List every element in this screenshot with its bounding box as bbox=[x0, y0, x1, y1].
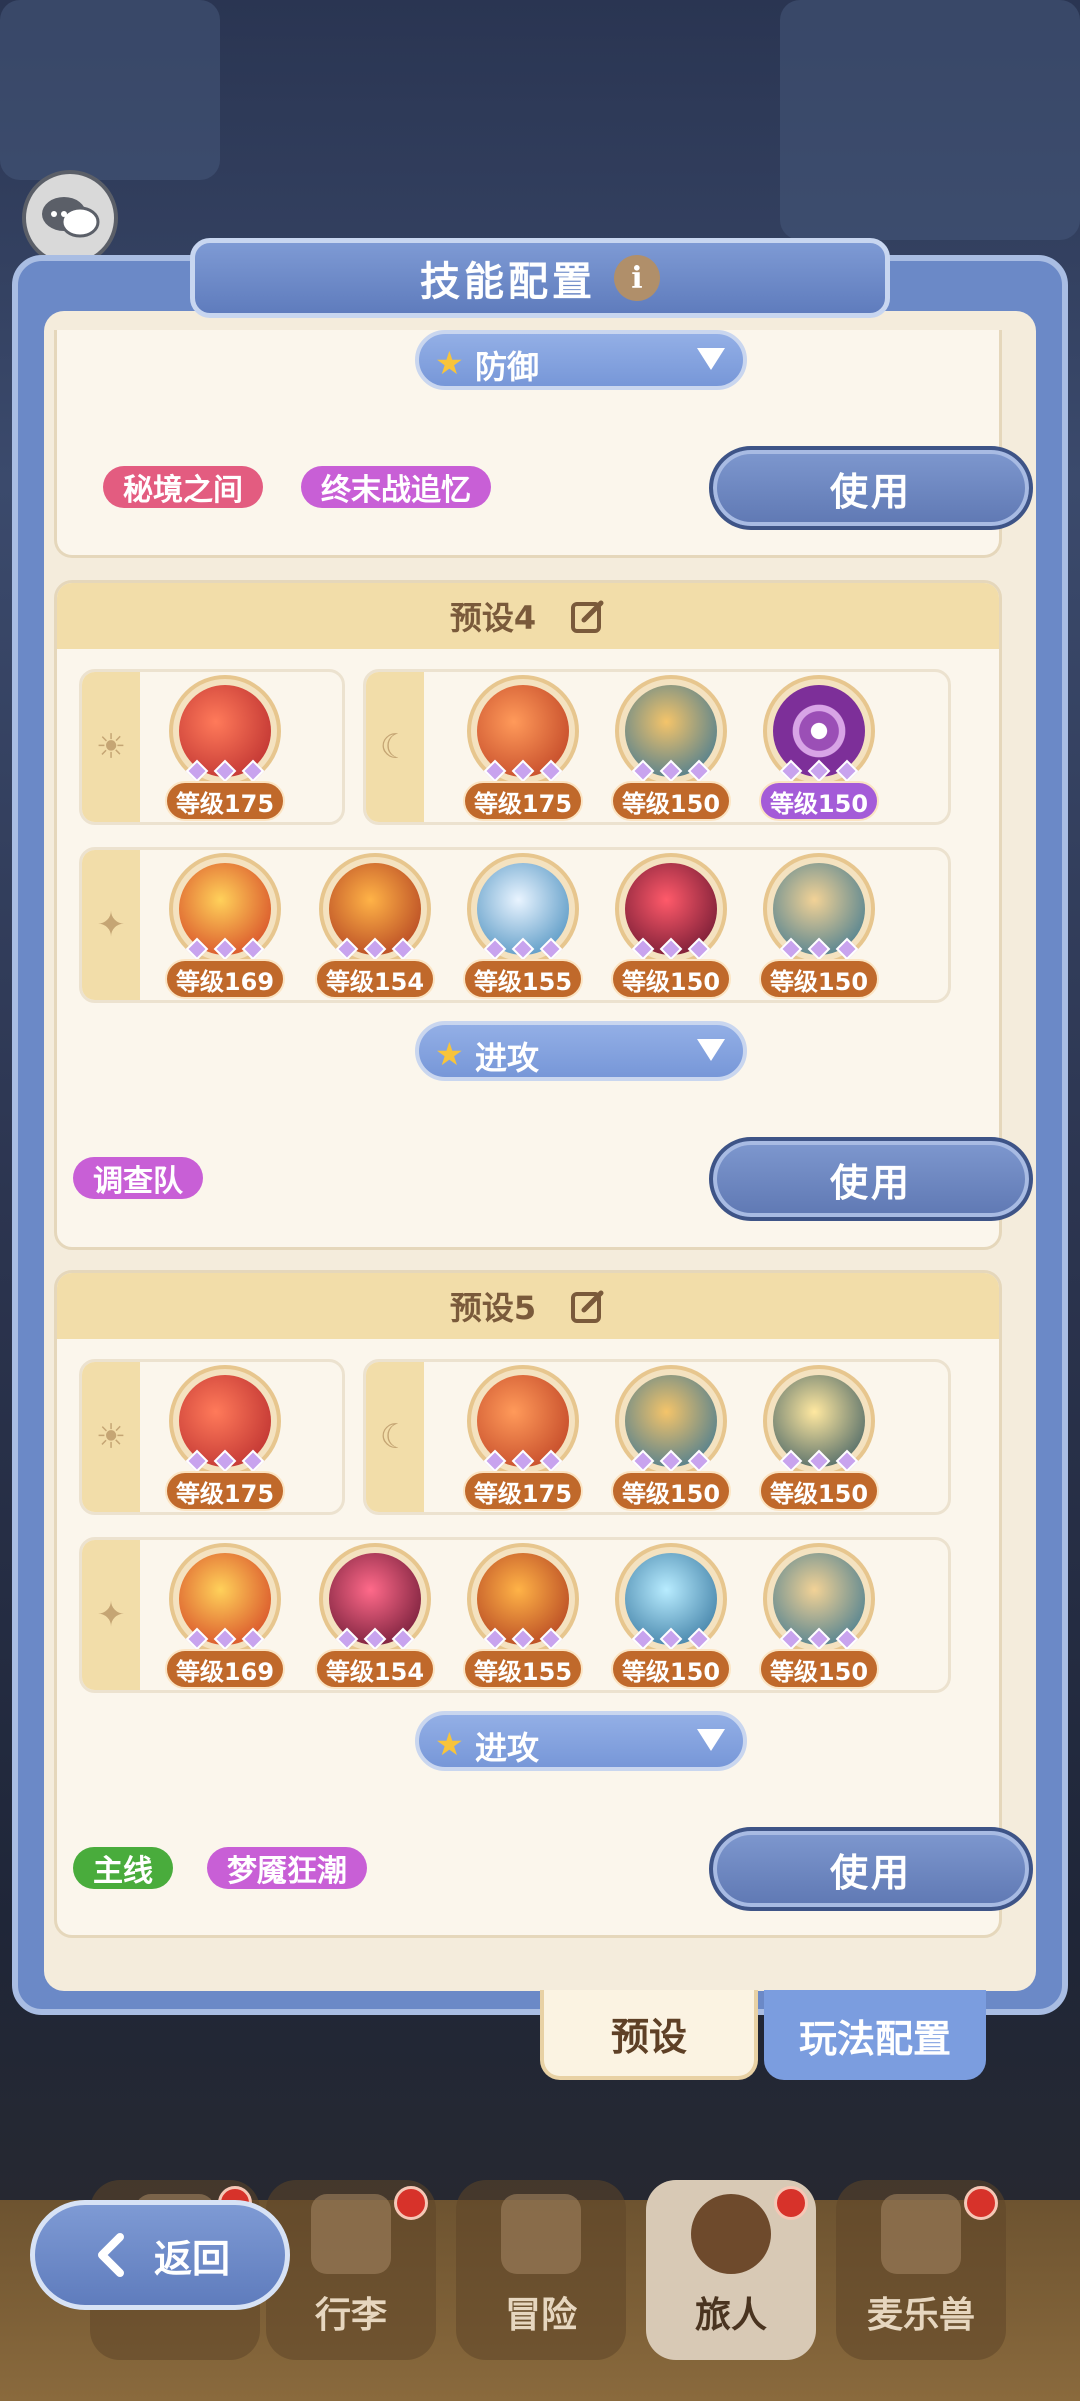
nav-label: 麦乐兽 bbox=[866, 2295, 975, 2336]
skill-level: 等级154 bbox=[315, 1649, 435, 1689]
sparkle-icon: ✦ bbox=[82, 1540, 140, 1690]
nav-label: 行李 bbox=[314, 2295, 387, 2336]
skill-slot[interactable]: 等级150 bbox=[759, 853, 879, 1003]
skill-level: 等级154 bbox=[315, 959, 435, 999]
skill-level: 等级175 bbox=[165, 781, 285, 821]
nav-item-pet[interactable]: 麦乐兽 bbox=[836, 2180, 1006, 2360]
star-icon: ★ bbox=[435, 344, 464, 382]
chevron-down-icon bbox=[697, 348, 725, 370]
edit-icon[interactable] bbox=[570, 598, 606, 634]
skill-slot[interactable]: 等级175 bbox=[165, 1365, 285, 1515]
moon-icon: ☾ bbox=[366, 672, 424, 822]
skill-level: 等级150 bbox=[759, 781, 879, 821]
skill-slot[interactable]: 等级150 bbox=[611, 1365, 731, 1515]
nav-item-traveler[interactable]: 旅人 bbox=[646, 2180, 816, 2360]
mode-tag: 终末战追忆 bbox=[301, 466, 491, 508]
preset-card-4: 预设4 ☀ ☾ ✦ 等级175 等级175 等级150 等级150 等级169 … bbox=[54, 580, 1033, 1250]
skill-level: 等级150 bbox=[759, 1649, 879, 1689]
skill-level: 等级169 bbox=[165, 1649, 285, 1689]
chevron-down-icon bbox=[697, 1039, 725, 1061]
preset-card-5: 预设5 ☀ ☾ ✦ 等级175 等级175 等级150 等级150 等级169 bbox=[54, 1270, 1033, 1938]
preset-header: 预设5 bbox=[57, 1273, 999, 1339]
skill-level: 等级150 bbox=[611, 781, 731, 821]
info-icon[interactable]: i bbox=[614, 255, 660, 301]
sun-icon: ☀ bbox=[82, 672, 140, 822]
mode-select-value: 防御 bbox=[475, 348, 540, 386]
pet-icon bbox=[881, 2194, 961, 2274]
preset-name: 预设5 bbox=[449, 1289, 537, 1327]
nav-label: 冒险 bbox=[504, 2295, 577, 2336]
sparkle-icon: ✦ bbox=[82, 850, 140, 1000]
mode-tag: 梦魇狂潮 bbox=[207, 1847, 367, 1889]
preset-name: 预设4 bbox=[449, 599, 537, 637]
skill-slot[interactable]: 等级150 bbox=[611, 675, 731, 825]
mode-select[interactable]: ★ 进攻 bbox=[415, 1021, 747, 1081]
skill-level: 等级150 bbox=[611, 1649, 731, 1689]
skill-slot[interactable]: 等级150 bbox=[759, 1365, 879, 1515]
luggage-icon bbox=[311, 2194, 391, 2274]
skill-slot[interactable]: 等级150 bbox=[759, 1543, 879, 1693]
skill-level: 等级150 bbox=[611, 959, 731, 999]
chat-button[interactable] bbox=[22, 170, 118, 266]
star-icon: ★ bbox=[435, 1725, 464, 1763]
back-label: 返回 bbox=[153, 2236, 230, 2281]
skill-slot[interactable]: 等级150 bbox=[759, 675, 879, 825]
use-button[interactable]: 使用 bbox=[709, 1827, 1033, 1911]
chevron-down-icon bbox=[697, 1729, 725, 1751]
notification-dot bbox=[774, 2186, 808, 2220]
skill-slot[interactable]: 等级154 bbox=[315, 853, 435, 1003]
star-icon: ★ bbox=[435, 1035, 464, 1073]
notification-dot bbox=[394, 2186, 428, 2220]
mode-select[interactable]: ★ 进攻 bbox=[415, 1711, 747, 1771]
skill-level: 等级155 bbox=[463, 959, 583, 999]
skill-level: 等级175 bbox=[165, 1471, 285, 1511]
edit-icon[interactable] bbox=[570, 1288, 606, 1324]
skill-slot[interactable]: 等级175 bbox=[165, 675, 285, 825]
skill-slot[interactable]: 等级169 bbox=[165, 1543, 285, 1693]
skill-level: 等级150 bbox=[611, 1471, 731, 1511]
background-tower bbox=[780, 0, 1080, 240]
page-title: 技能配置 bbox=[420, 259, 596, 305]
skill-level: 等级150 bbox=[759, 1471, 879, 1511]
sun-icon: ☀ bbox=[82, 1362, 140, 1512]
skill-level: 等级169 bbox=[165, 959, 285, 999]
notification-dot bbox=[964, 2186, 998, 2220]
swords-icon bbox=[501, 2194, 581, 2274]
mode-tag: 调查队 bbox=[73, 1157, 203, 1199]
mode-select[interactable]: ★ 防御 bbox=[415, 330, 747, 390]
skill-slot[interactable]: 等级155 bbox=[463, 1543, 583, 1693]
tab-preset[interactable]: 预设 bbox=[540, 1990, 758, 2080]
title-bar: 技能配置 i bbox=[190, 238, 890, 318]
mode-tag: 秘境之间 bbox=[103, 466, 263, 508]
preset-card-top: ★ 防御 秘境之间 终末战追忆 使用 bbox=[54, 330, 1033, 558]
nav-item-adventure[interactable]: 冒险 bbox=[456, 2180, 626, 2360]
back-arrow-icon bbox=[97, 2233, 124, 2277]
back-button[interactable]: 返回 bbox=[30, 2200, 290, 2310]
skill-slot[interactable]: 等级169 bbox=[165, 853, 285, 1003]
skill-slot[interactable]: 等级175 bbox=[463, 675, 583, 825]
skill-slot[interactable]: 等级155 bbox=[463, 853, 583, 1003]
skill-slot[interactable]: 等级154 bbox=[315, 1543, 435, 1693]
skill-level: 等级155 bbox=[463, 1649, 583, 1689]
skill-slot[interactable]: 等级175 bbox=[463, 1365, 583, 1515]
moon-icon: ☾ bbox=[366, 1362, 424, 1512]
skill-slot[interactable]: 等级150 bbox=[611, 1543, 731, 1693]
tab-play-config[interactable]: 玩法配置 bbox=[764, 1990, 986, 2080]
background-tower bbox=[0, 0, 220, 180]
traveler-avatar-icon bbox=[691, 2194, 771, 2274]
nav-label: 旅人 bbox=[694, 2295, 767, 2336]
skill-level: 等级150 bbox=[759, 959, 879, 999]
use-button[interactable]: 使用 bbox=[709, 446, 1033, 530]
skill-slot[interactable]: 等级150 bbox=[611, 853, 731, 1003]
use-button[interactable]: 使用 bbox=[709, 1137, 1033, 1221]
skill-level: 等级175 bbox=[463, 1471, 583, 1511]
skill-level: 等级175 bbox=[463, 781, 583, 821]
preset-header: 预设4 bbox=[57, 583, 999, 649]
chat-icon bbox=[42, 197, 100, 238]
mode-select-value: 进攻 bbox=[475, 1039, 540, 1077]
mode-select-value: 进攻 bbox=[475, 1729, 540, 1767]
mode-tag: 主线 bbox=[73, 1847, 173, 1889]
nav-item-luggage[interactable]: 行李 bbox=[266, 2180, 436, 2360]
